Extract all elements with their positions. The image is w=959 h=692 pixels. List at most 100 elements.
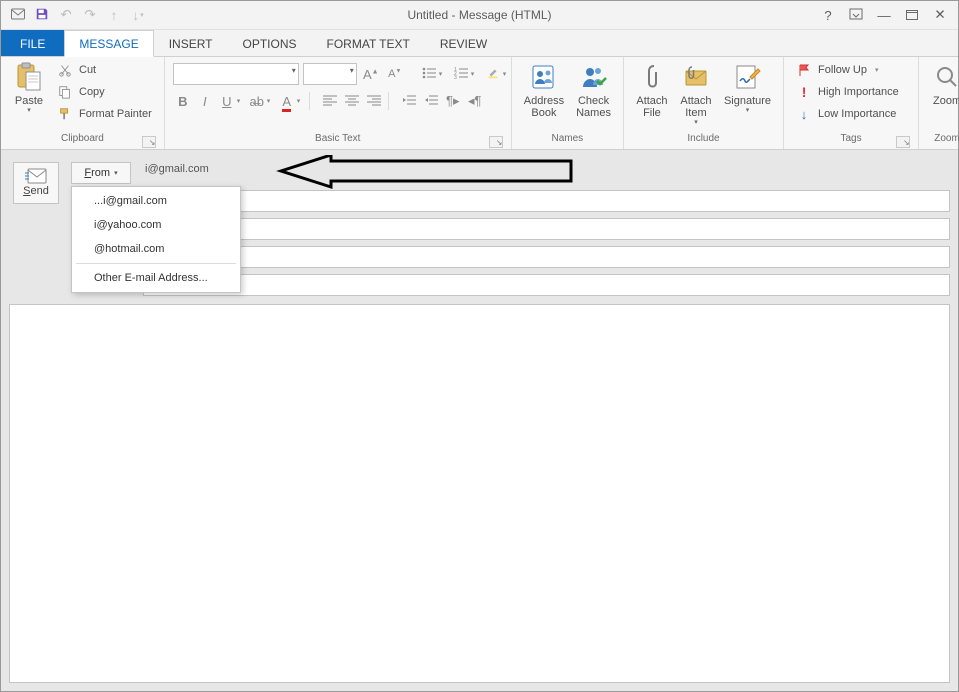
from-button[interactable]: From ▾: [71, 162, 131, 184]
up-arrow-icon: ↑: [111, 8, 118, 23]
ribbon-tabs: FILE MESSAGE INSERT OPTIONS FORMAT TEXT …: [1, 30, 958, 57]
from-menu-item[interactable]: @hotmail.com: [72, 237, 240, 261]
prev-item-button[interactable]: ↑: [103, 4, 125, 26]
down-arrow-icon: ↓: [132, 8, 139, 23]
svg-text:3: 3: [454, 75, 457, 79]
send-icon: [24, 167, 48, 185]
align-left-icon: [323, 94, 337, 109]
paste-icon: [13, 61, 45, 93]
ltr-button[interactable]: ¶▸: [443, 91, 463, 111]
basic-text-launcher[interactable]: ↘: [489, 136, 503, 148]
next-item-button[interactable]: ↓ ▾: [127, 4, 149, 26]
help-button[interactable]: ?: [816, 4, 840, 26]
tags-launcher[interactable]: ↘: [896, 136, 910, 148]
attach-item-button[interactable]: Attach Item ▾: [676, 59, 716, 126]
from-account-menu: ...i@gmail.com i@yahoo.com @hotmail.com …: [71, 186, 241, 293]
font-color-button[interactable]: A: [277, 91, 297, 111]
tab-format-text[interactable]: FORMAT TEXT: [312, 30, 425, 56]
clipboard-launcher[interactable]: ↘: [142, 136, 156, 148]
maximize-icon: [906, 8, 918, 23]
group-zoom: Zoom Zoom: [919, 57, 959, 149]
redo-button[interactable]: ↷: [79, 4, 101, 26]
tab-options[interactable]: OPTIONS: [228, 30, 312, 56]
chevron-down-icon: ▾: [694, 118, 698, 126]
font-size-combo[interactable]: [303, 63, 357, 85]
underline-icon: U: [222, 94, 231, 109]
ltr-icon: ¶▸: [446, 93, 460, 109]
check-names-button[interactable]: Check Names: [572, 59, 615, 119]
from-menu-item[interactable]: i@yahoo.com: [72, 213, 240, 237]
text-highlight-button[interactable]: [483, 64, 503, 84]
send-button[interactable]: Send: [13, 162, 59, 204]
strikethrough-icon: a̶b: [250, 94, 264, 109]
message-body-editor[interactable]: [9, 304, 950, 683]
save-button[interactable]: [31, 4, 53, 26]
from-menu-other[interactable]: Other E-mail Address...: [72, 266, 240, 290]
underline-button[interactable]: U: [217, 91, 237, 111]
check-names-icon: [578, 61, 610, 93]
bold-button[interactable]: B: [173, 91, 193, 111]
numbering-button[interactable]: 123: [451, 64, 471, 84]
from-menu-item[interactable]: ...i@gmail.com: [72, 189, 240, 213]
maximize-button[interactable]: [900, 4, 924, 26]
format-painter-button[interactable]: Format Painter: [53, 103, 156, 125]
minimize-icon: —: [877, 8, 890, 23]
window-controls: ? — ✕: [816, 4, 958, 26]
attach-file-button[interactable]: Attach File: [632, 59, 672, 119]
format-painter-icon: [57, 106, 73, 122]
grow-font-button[interactable]: A▲: [361, 64, 381, 84]
strikethrough-button[interactable]: a̶b: [247, 91, 267, 111]
font-color-icon: A: [282, 94, 291, 109]
align-center-button[interactable]: [342, 91, 362, 111]
signature-icon: [732, 61, 764, 93]
tab-insert[interactable]: INSERT: [154, 30, 228, 56]
attach-item-icon: [680, 61, 712, 93]
qat-icon-button[interactable]: [7, 4, 29, 26]
group-tags: Follow Up ▾ ! High Importance ↓ Low Impo…: [784, 57, 919, 149]
bullets-button[interactable]: [419, 64, 439, 84]
shrink-font-icon: A▼: [388, 68, 401, 80]
compose-area: ˆ Send From ▾ i@gmail.com: [1, 150, 958, 691]
from-row: From ▾ i@gmail.com: [71, 162, 950, 184]
subject-input[interactable]: [143, 274, 950, 296]
close-button[interactable]: ✕: [928, 4, 952, 26]
low-importance-button[interactable]: ↓ Low Importance: [792, 103, 903, 125]
address-book-button[interactable]: Address Book: [520, 59, 568, 119]
decrease-indent-button[interactable]: [399, 91, 419, 111]
shrink-font-button[interactable]: A▼: [385, 64, 405, 84]
tab-review[interactable]: REVIEW: [425, 30, 502, 56]
grow-font-icon: A▲: [363, 67, 379, 82]
undo-button[interactable]: ↶: [55, 4, 77, 26]
save-icon: [35, 7, 49, 24]
chevron-down-icon: ▾: [746, 106, 750, 114]
align-right-button[interactable]: [364, 91, 384, 111]
high-importance-button[interactable]: ! High Importance: [792, 81, 903, 103]
increase-indent-button[interactable]: [421, 91, 441, 111]
zoom-icon: [931, 61, 959, 93]
paste-button[interactable]: Paste ▾: [9, 59, 49, 114]
to-input[interactable]: [139, 190, 950, 212]
bcc-input[interactable]: [139, 246, 950, 268]
ribbon-wrap: Paste ▾ Cut Copy: [1, 57, 958, 150]
follow-up-button[interactable]: Follow Up ▾: [792, 59, 903, 81]
group-clipboard: Paste ▾ Cut Copy: [1, 57, 165, 149]
italic-button[interactable]: I: [195, 91, 215, 111]
zoom-button[interactable]: Zoom: [927, 59, 959, 107]
minimize-button[interactable]: —: [872, 4, 896, 26]
signature-button[interactable]: Signature ▾: [720, 59, 775, 114]
rtl-button[interactable]: ◂¶: [465, 91, 485, 111]
bullets-icon: [422, 67, 436, 82]
font-name-combo[interactable]: [173, 63, 299, 85]
align-left-button[interactable]: [320, 91, 340, 111]
cut-button[interactable]: Cut: [53, 59, 156, 81]
cc-input[interactable]: [139, 218, 950, 240]
ribbon-display-options-button[interactable]: [844, 4, 868, 26]
increase-indent-icon: [424, 94, 438, 109]
copy-button[interactable]: Copy: [53, 81, 156, 103]
tab-message[interactable]: MESSAGE: [64, 30, 153, 57]
low-importance-icon: ↓: [796, 106, 812, 122]
from-value: i@gmail.com: [139, 163, 950, 183]
tab-file[interactable]: FILE: [1, 30, 64, 56]
bold-icon: B: [178, 94, 187, 109]
ribbon-options-icon: [849, 8, 863, 23]
